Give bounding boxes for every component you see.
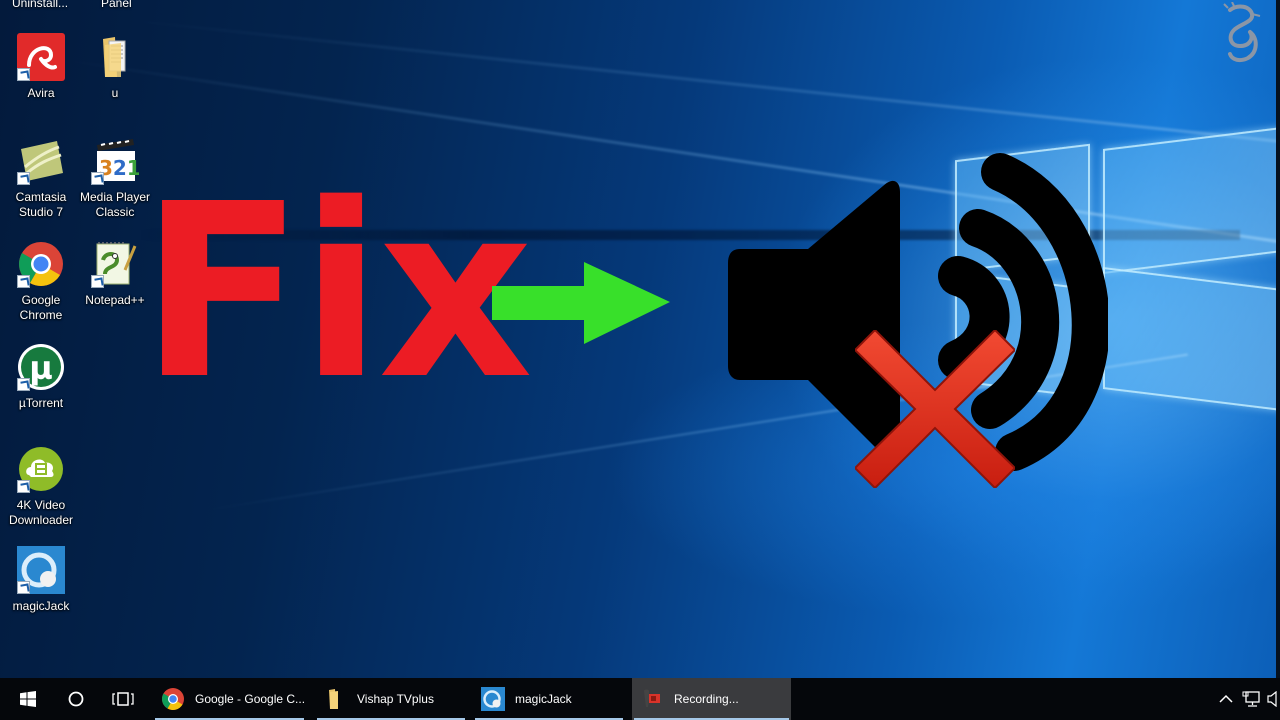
taskbar-app-label: Google - Google C...	[195, 692, 306, 706]
taskbar: Google - Google C... Vishap TVplus magic…	[0, 678, 1280, 720]
task-view-icon	[112, 692, 134, 706]
desktop-icon-camtasia[interactable]: Camtasia Studio 7	[3, 137, 79, 220]
desktop-background: Uninstall... Panel Avira u Camtasia Studi…	[0, 0, 1276, 678]
cortana-circle-icon	[68, 691, 84, 707]
desktop-icon-label: Avira	[27, 86, 55, 100]
avira-umbrella-icon	[17, 33, 65, 81]
desktop-icon-u[interactable]: u	[77, 33, 153, 101]
shortcut-arrow-icon	[17, 480, 30, 493]
desktop-icon-label: magicJack	[12, 599, 70, 613]
desktop-icon-label-control-panel[interactable]: Panel	[101, 0, 132, 10]
system-tray	[1214, 678, 1280, 720]
shortcut-arrow-icon	[17, 581, 30, 594]
task-view-button[interactable]	[103, 678, 143, 720]
windows-start-icon	[20, 691, 36, 707]
taskbar-app-magicjack[interactable]: magicJack	[473, 678, 625, 720]
desktop-icon-label: 4K Video Downloader	[8, 498, 74, 527]
desktop-icon-google-chrome[interactable]: Google Chrome	[3, 240, 79, 323]
folder-icon	[323, 687, 347, 711]
taskbar-app-vishap-tvplus[interactable]: Vishap TVplus	[315, 678, 467, 720]
desktop-icon-label: Notepad++	[85, 293, 145, 307]
windows-logo-pane	[1103, 266, 1276, 412]
taskbar-app-recording[interactable]: Recording...	[632, 678, 791, 720]
utorrent-icon: µ	[17, 343, 65, 391]
light-beam	[119, 18, 1276, 147]
fix-headline: Fix	[140, 152, 533, 432]
desktop-icon-4k-video-downloader[interactable]: 4K Video Downloader	[3, 445, 79, 528]
shortcut-arrow-icon	[17, 172, 30, 185]
desktop-icon-utorrent[interactable]: µ µTorrent	[3, 343, 79, 411]
desktop-icon-label: µTorrent	[18, 396, 64, 410]
taskbar-app-label: magicJack	[515, 692, 572, 706]
magicjack-icon	[481, 687, 505, 711]
chrome-icon	[161, 687, 185, 711]
windows-logo-pane	[1103, 126, 1276, 275]
svg-text:µ: µ	[29, 349, 53, 387]
taskbar-app-label: Vishap TVplus	[357, 692, 434, 706]
desktop-icon-avira[interactable]: Avira	[3, 33, 79, 101]
screen-edge	[1276, 0, 1280, 678]
shortcut-arrow-icon	[17, 68, 30, 81]
search-button[interactable]	[56, 678, 96, 720]
start-button[interactable]	[0, 678, 56, 720]
chevron-up-icon[interactable]	[1214, 694, 1238, 704]
svg-text:321: 321	[99, 156, 139, 180]
taskbar-app-chrome[interactable]: Google - Google C...	[153, 678, 306, 720]
network-icon[interactable]	[1238, 691, 1264, 707]
folder-documents-icon	[91, 33, 139, 81]
4k-video-downloader-icon	[17, 445, 65, 493]
mute-cross-icon	[853, 328, 1017, 490]
notepad-plus-plus-icon	[91, 240, 139, 288]
desktop-icon-label: u	[111, 86, 119, 100]
camtasia-icon	[17, 137, 65, 185]
volume-icon[interactable]	[1264, 691, 1280, 707]
taskbar-app-label: Recording...	[674, 692, 739, 706]
dragon-logo-icon	[1220, 1, 1264, 68]
media-player-classic-icon: 321	[91, 137, 141, 185]
desktop-icon-magicjack[interactable]: magicJack	[3, 546, 79, 614]
magicjack-icon	[17, 546, 65, 594]
desktop-icon-label: Google Chrome	[19, 293, 63, 322]
desktop-icon-label: Camtasia Studio 7	[15, 190, 67, 219]
recorder-icon	[640, 687, 664, 711]
right-arrow-icon	[492, 262, 670, 344]
shortcut-arrow-icon	[17, 275, 30, 288]
shortcut-arrow-icon	[17, 378, 30, 391]
shortcut-arrow-icon	[91, 172, 104, 185]
shortcut-arrow-icon	[91, 275, 104, 288]
chrome-icon	[17, 240, 65, 288]
desktop-icon-label-uninstall[interactable]: Uninstall...	[12, 0, 68, 10]
